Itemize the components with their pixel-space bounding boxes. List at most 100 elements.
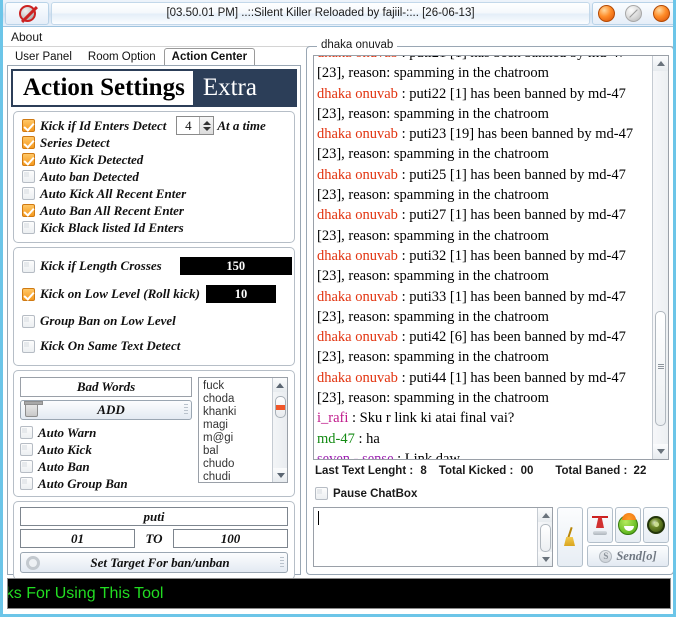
checkbox-auto-ban[interactable]	[20, 460, 33, 473]
tab-strip: User Panel Room Option Action Center	[7, 46, 301, 66]
checkbox-kick-if-length-crosses[interactable]	[22, 259, 35, 273]
checkbox-auto-ban-all-recent-enter[interactable]	[22, 204, 35, 217]
label-group-ban-on-low-level: Group Ban on Low Level	[40, 313, 176, 328]
list-item[interactable]: m@gi	[203, 432, 272, 445]
target-to-label: TO	[145, 530, 163, 546]
scroll-down-icon[interactable]	[273, 468, 288, 482]
spinner-down-icon[interactable]	[202, 126, 211, 131]
message-input[interactable]	[314, 508, 537, 566]
compose-area: S Send[o]	[313, 507, 669, 569]
chat-scrollbar[interactable]	[652, 56, 668, 459]
clear-chat-button[interactable]	[557, 507, 583, 567]
row-auto-ban-detected: Auto ban Detected	[14, 168, 294, 185]
target-name-field[interactable]: puti	[20, 507, 288, 526]
chat-nick[interactable]: dhaka onuvab	[317, 167, 398, 183]
chat-nick[interactable]: dhaka onuvab	[317, 56, 398, 61]
list-item[interactable]: khanki	[203, 406, 272, 419]
label-kick-on-same-text-detect: Kick On Same Text Detect	[40, 338, 181, 353]
target-from-field[interactable]: 01	[20, 529, 135, 548]
list-item[interactable]: fuck	[203, 380, 272, 393]
checkbox-auto-kick-detected[interactable]	[22, 153, 35, 166]
bad-words-list[interactable]: fuck choda khanki magi m@gi bal chudo ch…	[198, 377, 288, 483]
emoticon-button[interactable]	[615, 507, 641, 543]
chat-panel-legend: dhaka onuvab	[317, 39, 398, 51]
compose-tool-icons	[587, 507, 669, 543]
scrollbar-thumb[interactable]	[655, 311, 666, 426]
at-a-time-spinner[interactable]: 4	[176, 116, 215, 135]
chat-nick[interactable]: dhaka onuvab	[317, 126, 398, 142]
button-grip-icon	[184, 404, 189, 416]
label-auto-ban: Auto Ban	[38, 458, 90, 474]
spinner-up-icon[interactable]	[202, 120, 211, 125]
checkbox-kick-if-id-enters-detect[interactable]	[22, 119, 35, 132]
label-series-detect: Series Detect	[40, 134, 110, 150]
banner-extra[interactable]: Extra	[193, 69, 267, 107]
checkbox-auto-ban-detected[interactable]	[22, 170, 35, 183]
banner-action-settings[interactable]: Action Settings	[13, 71, 193, 105]
chat-text: : Sku r link ki atai final vai?	[348, 410, 515, 427]
chat-nick[interactable]: i_rafi	[317, 410, 348, 426]
scroll-down-icon[interactable]	[653, 444, 668, 459]
list-item[interactable]: magi	[203, 419, 272, 432]
scroll-up-icon[interactable]	[272, 378, 288, 392]
low-level-value[interactable]: 10	[205, 285, 276, 303]
checkbox-group-ban-on-low-level[interactable]	[22, 314, 35, 328]
chat-nick[interactable]: dhaka onuvab	[317, 289, 398, 305]
checkbox-auto-kick[interactable]	[20, 443, 33, 456]
label-auto-kick: Auto Kick	[38, 441, 92, 457]
row-auto-kick-detected: Auto Kick Detected	[14, 151, 294, 168]
length-crosses-value[interactable]: 150	[179, 257, 292, 275]
checkbox-pause-chatbox[interactable]	[315, 487, 328, 500]
chat-nick[interactable]: dhaka onuvab	[317, 248, 398, 264]
row-auto-kick-all-recent-enter: Auto Kick All Recent Enter	[14, 185, 294, 202]
list-item[interactable]: chudo	[203, 458, 272, 471]
message-input-scrollbar[interactable]	[537, 508, 552, 566]
bad-words-title-field[interactable]: Bad Words	[20, 377, 193, 397]
bad-words-items: fuck choda khanki magi m@gi bal chudo ch…	[199, 378, 272, 482]
maximize-button[interactable]	[625, 4, 643, 22]
checkbox-auto-group-ban[interactable]	[20, 477, 33, 490]
bell-button[interactable]	[587, 507, 613, 543]
tab-action-center[interactable]: Action Center	[163, 48, 256, 66]
pause-chatbox-row: Pause ChatBox	[315, 487, 417, 500]
checkbox-kick-black-listed-id-enters[interactable]	[22, 221, 35, 234]
window-buttons	[592, 1, 673, 25]
chat-nick[interactable]: dhaka onuvab	[317, 370, 398, 386]
settings-button[interactable]	[643, 507, 669, 543]
target-to-field[interactable]: 100	[173, 529, 288, 548]
chat-panel: dhaka onuvab dhaka onuvab : puti21 [1] h…	[306, 39, 673, 575]
chat-nick[interactable]: md-47	[317, 431, 355, 447]
send-button[interactable]: S Send[o]	[587, 545, 669, 567]
checkbox-auto-warn[interactable]	[20, 426, 33, 439]
checkbox-kick-on-low-level[interactable]	[22, 287, 35, 301]
spinner-arrows[interactable]	[199, 117, 214, 134]
label-kick-on-low-level: Kick on Low Level (Roll kick)	[40, 286, 200, 301]
list-item[interactable]: chudi	[203, 471, 272, 482]
chat-nick[interactable]: dhaka onuvab	[317, 86, 398, 102]
tab-user-panel[interactable]: User Panel	[7, 48, 80, 66]
set-target-button[interactable]: Set Target For ban/unban	[20, 552, 288, 573]
scroll-up-icon[interactable]	[653, 56, 668, 71]
banner-extra-label: Extra	[202, 74, 257, 101]
scrollbar-thumb[interactable]	[540, 524, 551, 552]
chat-nick[interactable]: dhaka onuvab	[317, 329, 398, 345]
checkbox-series-detect[interactable]	[22, 136, 35, 149]
scroll-down-icon[interactable]	[538, 552, 552, 566]
chat-nick[interactable]: seven.-.sense	[317, 451, 394, 459]
list-item[interactable]: choda	[203, 393, 272, 406]
tab-room-option[interactable]: Room Option	[80, 48, 164, 66]
checkbox-auto-kick-all-recent-enter[interactable]	[22, 187, 35, 200]
list-item[interactable]: bal	[203, 445, 272, 458]
menu-item-about[interactable]: About	[3, 30, 50, 44]
add-bad-word-button[interactable]: ADD	[20, 400, 193, 420]
checkbox-kick-on-same-text-detect[interactable]	[22, 339, 35, 353]
chat-log[interactable]: dhaka onuvab : puti21 [1] has been banne…	[314, 56, 652, 459]
minimize-button[interactable]	[598, 4, 616, 22]
chat-message: dhaka onuvab : puti27 [1] has been banne…	[317, 205, 649, 246]
chat-nick[interactable]: dhaka onuvab	[317, 207, 398, 223]
bad-words-scrollbar[interactable]	[272, 378, 288, 482]
close-button[interactable]	[652, 4, 670, 22]
chat-message: dhaka onuvab : puti33 [1] has been banne…	[317, 287, 649, 328]
scroll-up-icon[interactable]	[538, 508, 552, 522]
scrollbar-thumb[interactable]	[275, 396, 286, 418]
